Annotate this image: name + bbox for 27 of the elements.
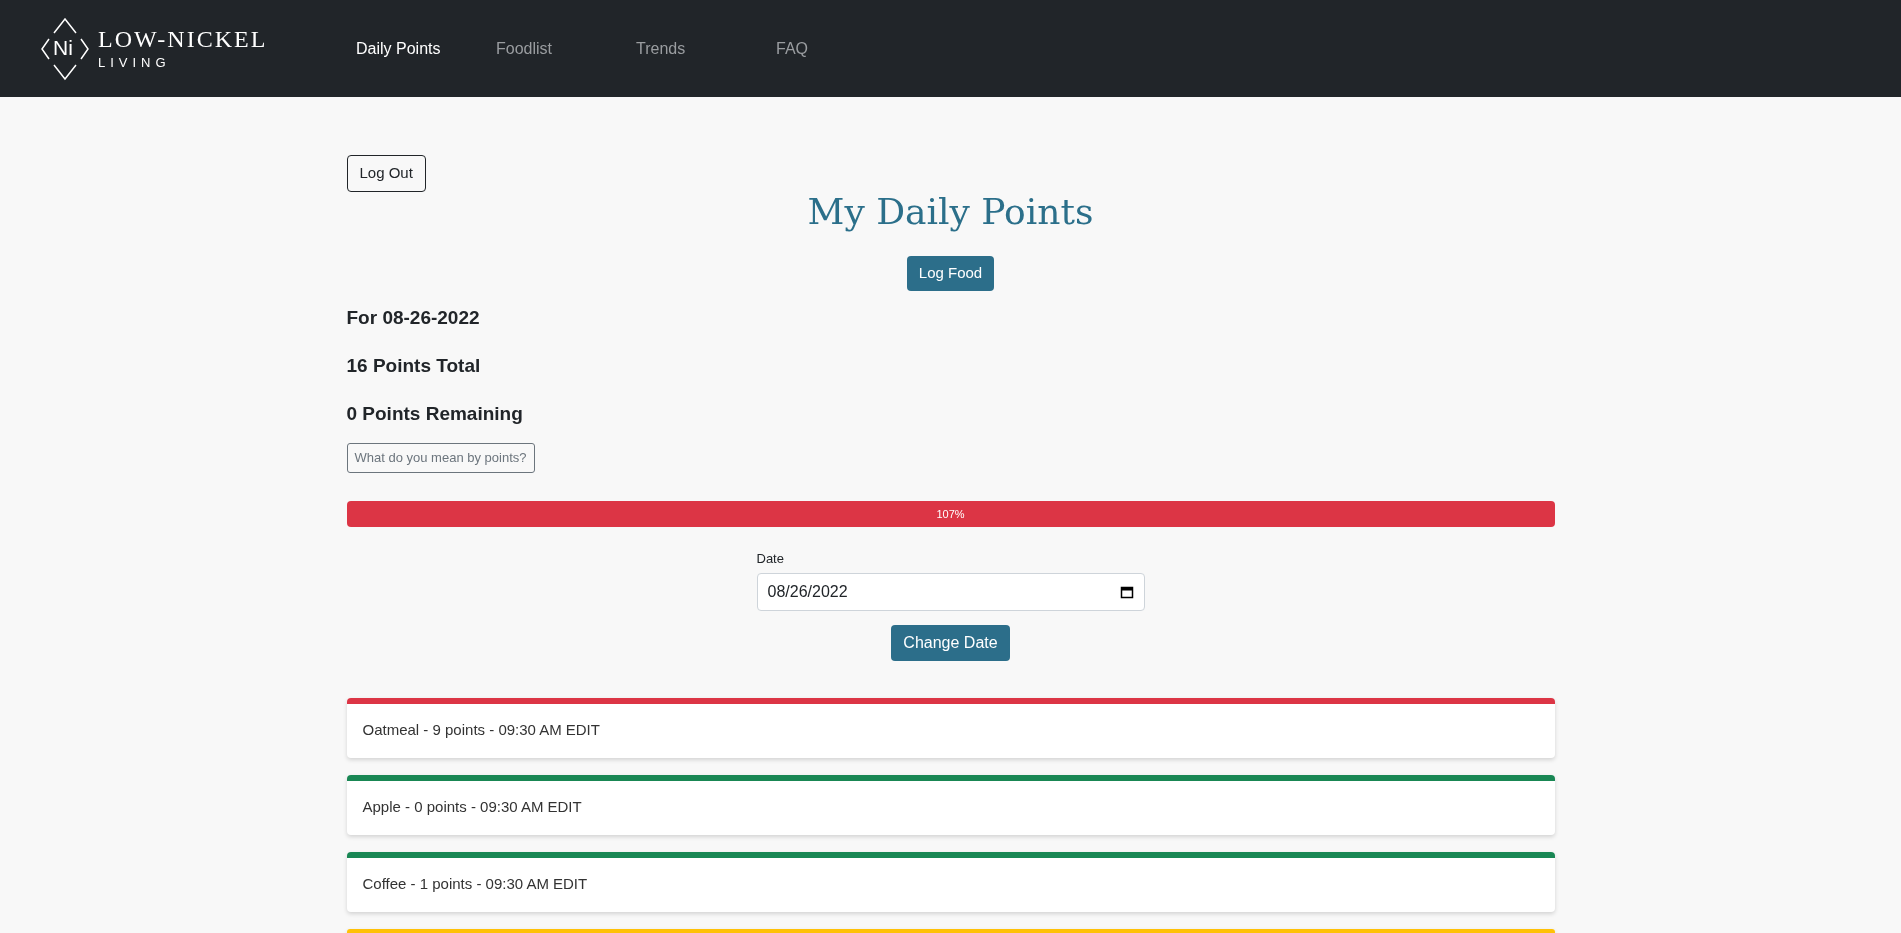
entry-text: Oatmeal - 9 points - 09:30 AM xyxy=(362,720,562,741)
brand-tagline: LIVING xyxy=(98,53,172,72)
summary-heading: 0 Points Remaining xyxy=(346,403,524,425)
summary-heading: 16 Points Total xyxy=(346,355,482,377)
edit-link[interactable]: EDIT xyxy=(553,873,588,896)
date-label: Date xyxy=(756,550,785,568)
nav-link[interactable]: FAQ xyxy=(776,36,916,61)
diamond-logo-icon xyxy=(40,16,90,81)
page-title: My Daily Points xyxy=(806,190,1095,234)
edit-link[interactable]: EDIT xyxy=(565,719,600,742)
nav-link[interactable]: Foodlist xyxy=(496,36,636,61)
entry-text: Coffee - 1 points - 09:30 AM xyxy=(362,874,549,895)
log-out-button[interactable]: Log Out xyxy=(346,155,426,192)
nav-link[interactable]: Daily Points xyxy=(356,36,496,61)
logo-monogram: Ni xyxy=(53,35,73,60)
calendar-icon xyxy=(1119,584,1134,599)
date-input-field[interactable]: 08/26/2022 xyxy=(756,572,1145,611)
progress-label: 107% xyxy=(936,506,965,522)
log-food-button[interactable]: Log Food xyxy=(906,256,995,291)
brand-name: LOW-NICKEL xyxy=(98,24,268,53)
change-date-button[interactable]: Change Date xyxy=(891,624,1010,661)
edit-link[interactable]: EDIT xyxy=(547,796,582,819)
entry-text: Apple - 0 points - 09:30 AM xyxy=(362,797,544,818)
date-value: 08/26/2022 xyxy=(767,581,848,602)
points-help-button[interactable]: What do you mean by points? xyxy=(346,443,535,473)
nav-link[interactable]: Trends xyxy=(636,36,776,61)
summary-heading: For 08-26-2022 xyxy=(346,307,481,329)
